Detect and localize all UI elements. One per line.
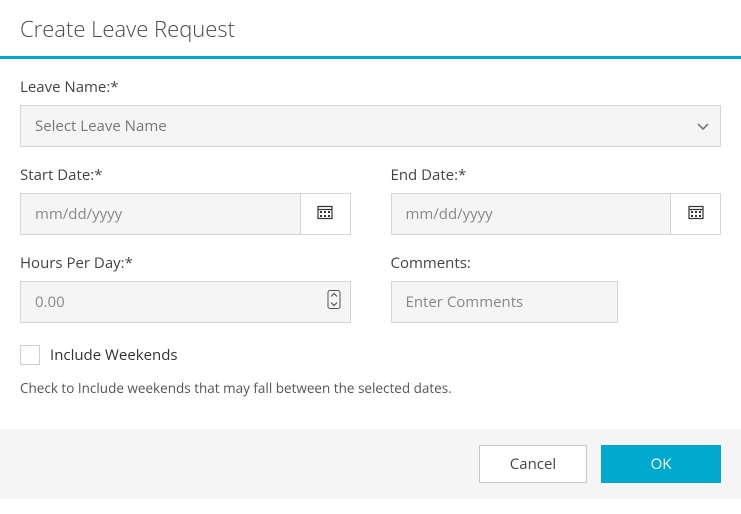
comments-label: Comments: — [391, 253, 722, 273]
hours-comments-row: Hours Per Day:* Comments: — [20, 235, 721, 323]
end-date-label: End Date:* — [391, 165, 722, 185]
ok-button[interactable]: OK — [601, 445, 721, 483]
end-date-picker-button[interactable] — [671, 193, 721, 235]
calendar-icon — [317, 204, 333, 225]
end-date-col: End Date:* — [391, 147, 722, 235]
date-row: Start Date:* End Date:* — [20, 147, 721, 235]
leave-name-label: Leave Name:* — [20, 77, 721, 97]
start-date-label: Start Date:* — [20, 165, 351, 185]
hours-col: Hours Per Day:* — [20, 235, 351, 323]
cancel-button[interactable]: Cancel — [479, 445, 587, 483]
comments-col: Comments: — [391, 235, 722, 323]
start-date-group — [20, 193, 351, 235]
calendar-icon — [688, 204, 704, 225]
end-date-input[interactable] — [391, 193, 672, 235]
dialog-header: Create Leave Request — [0, 0, 741, 59]
hours-per-day-label: Hours Per Day:* — [20, 253, 351, 273]
comments-input[interactable] — [391, 281, 618, 323]
start-date-input[interactable] — [20, 193, 301, 235]
include-weekends-row: Include Weekends — [20, 345, 721, 365]
dialog-footer: Cancel OK — [0, 429, 741, 499]
include-weekends-checkbox[interactable] — [20, 345, 40, 365]
end-date-group — [391, 193, 722, 235]
create-leave-request-dialog: Create Leave Request Leave Name:* Select… — [0, 0, 741, 499]
include-weekends-helper: Check to Include weekends that may fall … — [20, 379, 721, 397]
dialog-title: Create Leave Request — [20, 14, 721, 44]
start-date-col: Start Date:* — [20, 147, 351, 235]
hours-per-day-wrap — [20, 281, 351, 323]
include-weekends-label: Include Weekends — [50, 345, 178, 365]
leave-name-select-wrap: Select Leave Name — [20, 105, 721, 147]
start-date-picker-button[interactable] — [301, 193, 351, 235]
leave-name-select[interactable]: Select Leave Name — [20, 105, 721, 147]
dialog-body: Leave Name:* Select Leave Name Start Dat… — [0, 59, 741, 429]
hours-per-day-input[interactable] — [20, 281, 351, 323]
